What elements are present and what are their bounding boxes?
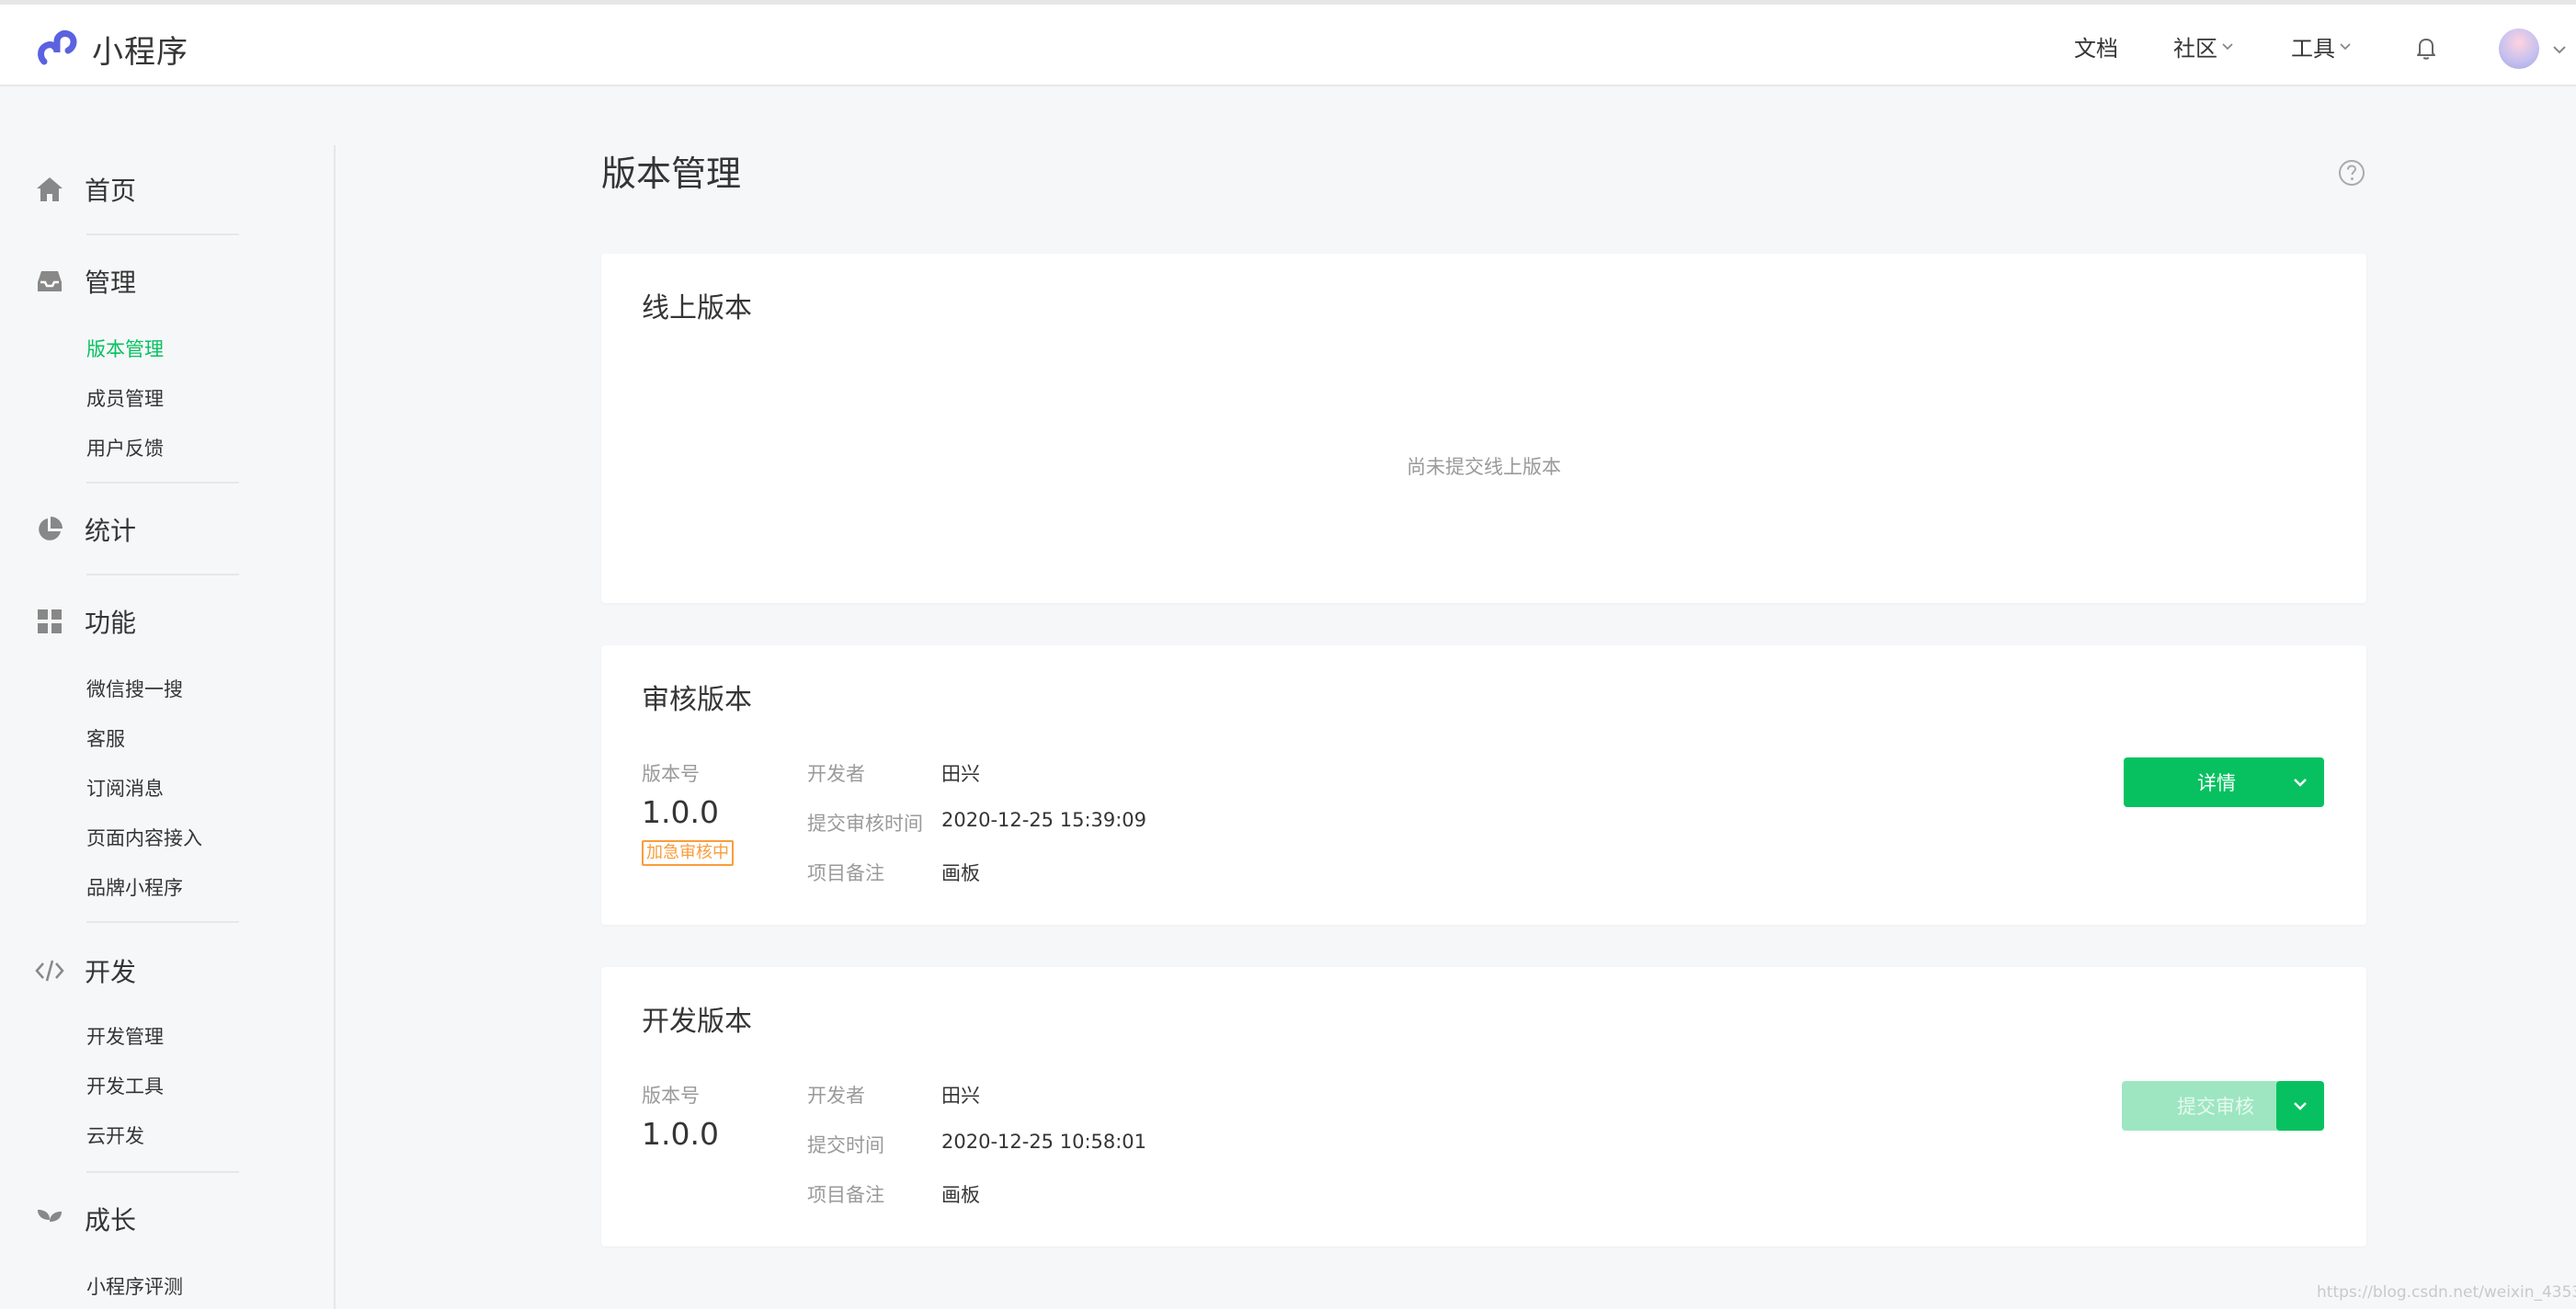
sprout-icon bbox=[35, 1204, 64, 1234]
sidebar-rule bbox=[86, 574, 239, 575]
online-version-card: 线上版本 尚未提交线上版本 bbox=[601, 254, 2366, 603]
pie-chart-icon bbox=[35, 515, 64, 544]
review-developer-label: 开发者 bbox=[807, 763, 865, 785]
dev-time: 2020-12-25 10:58:01 bbox=[941, 1131, 1147, 1153]
sidebar-item-cloud-dev[interactable]: 云开发 bbox=[86, 1121, 144, 1149]
sidebar-divider bbox=[334, 145, 336, 1309]
nav-community[interactable]: 社区 bbox=[2173, 5, 2234, 87]
dev-developer-label: 开发者 bbox=[807, 1085, 865, 1107]
nav-community-label: 社区 bbox=[2173, 35, 2217, 62]
dev-version-number: 1.0.0 bbox=[642, 1116, 719, 1152]
sidebar-item-wechat-search[interactable]: 微信搜一搜 bbox=[86, 675, 183, 702]
dev-note-label: 项目备注 bbox=[807, 1184, 884, 1206]
watermark: https://blog.csdn.net/weixin_43536960 bbox=[2317, 1283, 2576, 1302]
review-version-title: 审核版本 bbox=[642, 684, 752, 716]
review-version-card: 审核版本 版本号 1.0.0 加急审核中 开发者 田兴 提交审核时间 2020-… bbox=[601, 645, 2366, 925]
sidebar-item-features[interactable]: 功能 bbox=[35, 603, 136, 640]
nav-tools-label: 工具 bbox=[2291, 35, 2335, 62]
avatar[interactable] bbox=[2499, 28, 2539, 69]
nav-docs[interactable]: 文档 bbox=[2074, 5, 2118, 87]
sidebar-item-growth[interactable]: 成长 bbox=[35, 1201, 136, 1237]
sidebar-item-growth-label: 成长 bbox=[85, 1205, 137, 1235]
dev-note: 画板 bbox=[941, 1184, 980, 1206]
dev-version-card: 开发版本 版本号 1.0.0 开发者 田兴 提交时间 2020-12-25 10… bbox=[601, 967, 2366, 1246]
dev-time-label: 提交时间 bbox=[807, 1134, 884, 1156]
inbox-icon bbox=[35, 267, 64, 296]
sidebar-item-manage-label: 管理 bbox=[85, 267, 137, 298]
dev-version-title: 开发版本 bbox=[642, 1006, 752, 1038]
nav-tools[interactable]: 工具 bbox=[2291, 5, 2352, 87]
sidebar-rule bbox=[86, 1171, 239, 1173]
status-badge: 加急审核中 bbox=[642, 840, 734, 866]
sidebar-rule bbox=[86, 921, 239, 923]
online-version-empty: 尚未提交线上版本 bbox=[1407, 456, 1561, 478]
app-logo[interactable]: 小程序 bbox=[35, 27, 188, 72]
bell-icon[interactable] bbox=[2412, 34, 2440, 62]
review-version-number: 1.0.0 bbox=[642, 794, 719, 830]
review-more-button[interactable] bbox=[2276, 757, 2324, 807]
sidebar-rule bbox=[86, 482, 239, 484]
chevron-down-icon bbox=[2222, 43, 2233, 51]
review-version-label: 版本号 bbox=[642, 763, 700, 785]
sidebar-item-version-manage[interactable]: 版本管理 bbox=[86, 335, 164, 362]
sidebar-item-member-manage[interactable]: 成员管理 bbox=[86, 384, 164, 412]
sidebar-item-customer-service[interactable]: 客服 bbox=[86, 724, 125, 752]
sidebar-item-subscribe-message[interactable]: 订阅消息 bbox=[86, 774, 164, 802]
chevron-down-icon bbox=[2294, 1102, 2307, 1110]
sidebar-item-dev-label: 开发 bbox=[85, 957, 137, 987]
dev-version-label: 版本号 bbox=[642, 1085, 700, 1107]
sidebar-item-features-label: 功能 bbox=[85, 608, 137, 638]
sidebar-item-stats[interactable]: 统计 bbox=[35, 511, 136, 548]
code-icon bbox=[35, 956, 64, 985]
review-time-label: 提交审核时间 bbox=[807, 813, 923, 835]
app-title: 小程序 bbox=[92, 34, 188, 71]
review-note-label: 项目备注 bbox=[807, 862, 884, 884]
sidebar-item-user-feedback[interactable]: 用户反馈 bbox=[86, 434, 164, 461]
nav-docs-label: 文档 bbox=[2074, 35, 2118, 62]
sidebar-item-home-label: 首页 bbox=[85, 176, 137, 206]
dev-more-button[interactable] bbox=[2276, 1081, 2324, 1131]
chevron-down-icon bbox=[2294, 779, 2307, 787]
sidebar-item-page-content[interactable]: 页面内容接入 bbox=[86, 824, 202, 851]
sidebar-item-brand-miniprogram[interactable]: 品牌小程序 bbox=[86, 873, 183, 901]
page-title: 版本管理 bbox=[601, 154, 742, 194]
sidebar-item-evaluation[interactable]: 小程序评测 bbox=[86, 1272, 183, 1300]
sidebar-rule bbox=[86, 233, 239, 235]
review-note: 画板 bbox=[941, 862, 980, 884]
sidebar-item-home[interactable]: 首页 bbox=[35, 171, 136, 208]
chevron-down-icon bbox=[2340, 43, 2351, 51]
sidebar-item-stats-label: 统计 bbox=[85, 516, 137, 546]
review-developer: 田兴 bbox=[941, 763, 980, 785]
top-bar: 小程序 文档 社区 工具 bbox=[0, 0, 2576, 86]
sidebar-item-manage[interactable]: 管理 bbox=[35, 263, 136, 300]
sidebar-item-dev[interactable]: 开发 bbox=[35, 952, 136, 989]
home-icon bbox=[35, 175, 64, 204]
sidebar-item-dev-manage[interactable]: 开发管理 bbox=[86, 1022, 164, 1050]
review-time: 2020-12-25 15:39:09 bbox=[941, 809, 1147, 831]
online-version-title: 线上版本 bbox=[642, 292, 752, 324]
miniprogram-logo-icon bbox=[38, 29, 77, 64]
sidebar-item-dev-tools[interactable]: 开发工具 bbox=[86, 1072, 164, 1099]
chevron-down-icon[interactable] bbox=[2552, 43, 2567, 56]
grid-icon bbox=[35, 607, 64, 636]
dev-developer: 田兴 bbox=[941, 1085, 980, 1107]
help-icon[interactable] bbox=[2337, 158, 2366, 188]
